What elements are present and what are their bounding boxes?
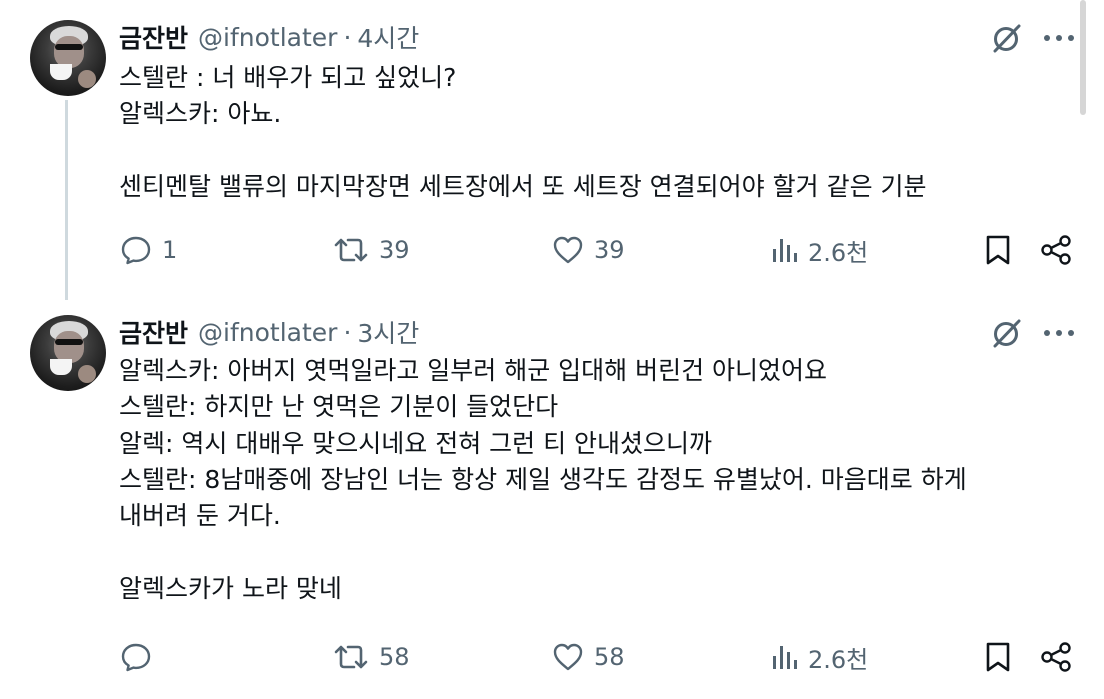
- grok-icon[interactable]: [990, 22, 1022, 54]
- repost-icon: [334, 645, 368, 669]
- like-icon: [553, 236, 583, 264]
- grok-icon[interactable]: [990, 317, 1022, 349]
- views-icon: [773, 239, 797, 262]
- user-handle[interactable]: @ifnotlater: [198, 318, 337, 347]
- like-count: 39: [594, 236, 625, 264]
- action-bar: 58 58 2.6천: [0, 637, 1104, 677]
- display-name[interactable]: 금잔반: [119, 19, 188, 55]
- action-bar: 1 39 39 2.6천: [0, 230, 1104, 270]
- share-icon: [1041, 235, 1071, 265]
- user-handle[interactable]: @ifnotlater: [198, 23, 337, 52]
- post-top-actions: [990, 315, 1074, 351]
- post-text: 스텔란 : 너 배우가 되고 싶었니? 알렉스카: 아뇨. 센티멘탈 밸류의 마…: [119, 63, 927, 201]
- repost-button[interactable]: 58: [333, 637, 410, 677]
- post-top-actions: [990, 20, 1074, 56]
- more-icon[interactable]: [1044, 329, 1074, 337]
- timestamp[interactable]: 3시간: [357, 314, 419, 350]
- like-count: 58: [594, 643, 625, 671]
- avatar[interactable]: [30, 315, 106, 391]
- timestamp[interactable]: 4시간: [357, 19, 419, 55]
- like-button[interactable]: 39: [552, 230, 625, 270]
- post-header: 금잔반 @ifnotlater · 3시간: [119, 315, 419, 349]
- repost-count: 39: [379, 236, 410, 264]
- scrollbar[interactable]: [1080, 0, 1086, 115]
- more-icon[interactable]: [1044, 34, 1074, 42]
- repost-button[interactable]: 39: [333, 230, 410, 270]
- views-button[interactable]: 2.6천: [770, 637, 868, 677]
- views-button[interactable]: 2.6천: [770, 230, 868, 270]
- bookmark-icon: [986, 235, 1010, 265]
- reply-button[interactable]: 1: [120, 230, 177, 270]
- reply-icon: [121, 236, 151, 265]
- post-header: 금잔반 @ifnotlater · 4시간: [119, 20, 419, 54]
- reply-button[interactable]: [120, 637, 162, 677]
- thread-connector-line: [65, 100, 68, 300]
- display-name[interactable]: 금잔반: [119, 314, 188, 350]
- view-count: 2.6천: [808, 645, 869, 674]
- post-text: 알렉스카: 아버지 엿먹일라고 일부러 해군 입대해 버린건 아니었어요 스텔란…: [119, 356, 967, 603]
- repost-icon: [334, 238, 368, 262]
- bookmark-button[interactable]: [985, 230, 1011, 270]
- like-icon: [553, 643, 583, 671]
- views-icon: [773, 646, 797, 669]
- separator: ·: [343, 317, 352, 347]
- bookmark-button[interactable]: [985, 637, 1011, 677]
- share-button[interactable]: [1040, 230, 1072, 270]
- share-button[interactable]: [1040, 637, 1072, 677]
- avatar[interactable]: [30, 20, 106, 96]
- reply-count: 1: [162, 236, 178, 264]
- like-button[interactable]: 58: [552, 637, 625, 677]
- repost-count: 58: [379, 643, 410, 671]
- bookmark-icon: [986, 642, 1010, 672]
- share-icon: [1041, 642, 1071, 672]
- reply-icon: [121, 643, 151, 672]
- view-count: 2.6천: [808, 238, 869, 267]
- separator: ·: [343, 22, 352, 52]
